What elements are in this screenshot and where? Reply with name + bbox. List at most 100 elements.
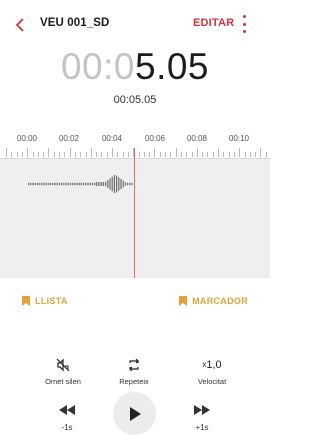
timeline-tick <box>138 152 140 157</box>
forward-button[interactable]: +1s <box>182 402 222 432</box>
repeat-label: Repeteix <box>119 377 149 386</box>
timeline-tick <box>32 152 34 157</box>
timeline-tick <box>180 152 182 157</box>
waveform-bar <box>61 182 63 186</box>
timeline-tick <box>16 152 18 157</box>
current-time-bright: 5.05 <box>135 46 210 87</box>
waveform-bar <box>30 182 32 186</box>
waveform-bar <box>118 177 120 191</box>
waveform-bar <box>50 182 52 186</box>
timeline-tick <box>69 148 71 157</box>
waveform-bar <box>129 182 131 186</box>
repeat-icon <box>129 358 139 372</box>
bookmark-list-label: LLISTA <box>35 296 68 306</box>
waveform-bar <box>87 182 89 186</box>
play-button[interactable] <box>113 392 156 435</box>
waveform-bar <box>96 182 98 186</box>
timeline-tick <box>80 152 82 157</box>
timeline-tick <box>48 148 50 157</box>
timeline-tick <box>6 148 7 157</box>
timeline-tick <box>154 148 156 157</box>
timeline-tick <box>207 152 209 157</box>
rewind-button[interactable]: -1s <box>47 402 87 432</box>
repeat-button[interactable]: Repeteix <box>99 357 169 386</box>
waveform-bar <box>65 182 67 186</box>
timeline-tick <box>106 152 108 157</box>
waveform-bar <box>124 182 126 186</box>
waveform-bar <box>67 182 69 186</box>
add-bookmark-button[interactable]: MARCADOR <box>179 296 248 306</box>
timeline-tick <box>186 152 188 157</box>
playhead-line[interactable] <box>134 148 135 278</box>
timeline-tick <box>96 152 98 157</box>
waveform-bar <box>78 182 80 186</box>
timeline-tick <box>191 152 193 157</box>
chevron-left-icon <box>15 18 24 32</box>
play-icon <box>129 406 141 421</box>
current-time-dim: 00:0 <box>60 46 135 87</box>
waveform-bar <box>58 182 60 186</box>
waveform-bar <box>120 178 122 190</box>
timeline-tick <box>21 152 23 157</box>
timeline-tick <box>127 152 129 157</box>
timeline-tick <box>249 152 251 157</box>
back-button[interactable] <box>12 15 28 35</box>
timeline-tick <box>218 148 219 157</box>
timeline-tick <box>159 152 161 157</box>
playback-tools: Omet silen Repeteix x 1,0 Velocitat <box>0 357 270 387</box>
timeline-tick <box>59 152 60 157</box>
add-bookmark-label: MARCADOR <box>192 296 248 306</box>
waveform-bar <box>28 182 30 186</box>
speed-label: Velocitat <box>197 377 227 386</box>
timeline-tick <box>64 152 66 157</box>
timeline-tick <box>112 148 113 157</box>
waveform-bar <box>83 182 85 186</box>
waveform-bar <box>80 182 82 186</box>
timeline-tick <box>212 152 214 157</box>
waveform-bar <box>63 182 65 186</box>
timeline-ruler[interactable]: 00:00 00:02 00:04 00:06 00:08 00:10 <box>0 128 270 158</box>
bookmark-icon <box>22 296 30 306</box>
waveform-bar <box>34 182 36 186</box>
timeline-tick <box>11 152 13 157</box>
waveform-bar <box>89 182 91 186</box>
timeline-tick <box>175 148 177 157</box>
timeline-tick <box>165 152 166 157</box>
waveform-bar <box>54 182 56 186</box>
timeline-tick <box>143 152 145 157</box>
app-header: VEU 001_SD EDITAR <box>0 0 270 50</box>
waveform-bar <box>45 182 47 186</box>
speed-number: 1,0 <box>206 359 222 371</box>
waveform-bar <box>107 180 109 188</box>
timeline-label: 00:04 <box>101 134 123 143</box>
speed-button[interactable]: x 1,0 Velocitat <box>177 357 247 386</box>
skip-silence-button[interactable]: Omet silen <box>28 357 98 386</box>
total-duration: 00:05.05 <box>113 94 157 106</box>
waveform-bar <box>72 182 74 186</box>
timeline-tick <box>117 152 119 157</box>
timeline-tick <box>223 152 225 157</box>
waveform <box>28 175 133 193</box>
timeline-tick <box>122 152 124 157</box>
timeline-tick <box>74 152 76 157</box>
timeline-tick <box>265 152 267 157</box>
timeline-tick <box>170 152 172 157</box>
timeline-tick <box>233 152 235 157</box>
waveform-bar <box>69 182 71 186</box>
forward-label: +1s <box>195 423 209 432</box>
waveform-bar <box>105 181 107 187</box>
timeline-tick <box>196 148 198 157</box>
bookmark-row: LLISTA MARCADOR <box>0 296 270 312</box>
waveform-bar <box>39 182 41 186</box>
more-options-button[interactable] <box>239 15 249 33</box>
fast-forward-icon <box>194 405 210 415</box>
waveform-bar <box>98 182 100 186</box>
waveform-bar <box>116 175 118 193</box>
waveform-bar <box>85 182 87 186</box>
timeline-tick <box>85 152 87 157</box>
edit-button[interactable]: EDITAR <box>193 17 234 29</box>
timeline-tick <box>202 152 204 157</box>
timeline-tick <box>37 152 39 157</box>
waveform-bar <box>102 182 104 186</box>
bookmark-list-button[interactable]: LLISTA <box>22 296 68 306</box>
